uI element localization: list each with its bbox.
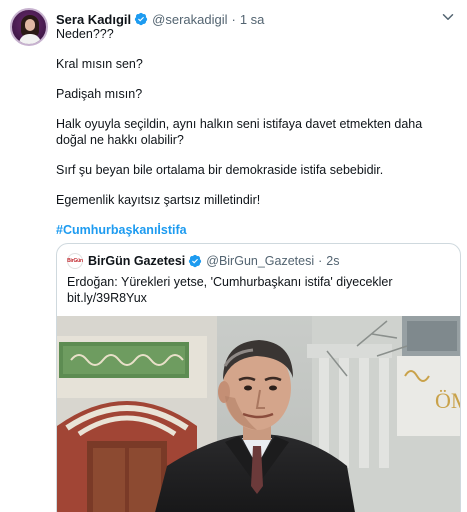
tweet-paragraph: Halk oyuyla seçildin, aynı halkın seni i… [56, 117, 423, 147]
avatar[interactable] [10, 8, 48, 46]
quoted-author-logo[interactable]: BirGün [67, 253, 83, 269]
quoted-tweet[interactable]: BirGün BirGün Gazetesi @BirGun_Gazetesi … [56, 243, 461, 512]
tweet-paragraph: Kral mısın sen? [56, 57, 143, 71]
quoted-timestamp[interactable]: 2s [326, 254, 339, 268]
quoted-headline: Erdoğan: Yürekleri yetse, 'Cumhurbaşkanı… [67, 275, 393, 289]
verified-badge-icon [135, 12, 148, 26]
quoted-author-name[interactable]: BirGün Gazetesi [88, 254, 185, 268]
photo-illustration: ÖM [57, 316, 461, 512]
tweet-text: Neden??? Kral mısın sen? Padişah mısın? … [56, 26, 456, 238]
author-name[interactable]: Sera Kadıgil [56, 12, 131, 27]
tweet-paragraph: Sırf şu beyan bile ortalama bir demokras… [56, 163, 384, 177]
hashtag-link[interactable]: #Cumhurbaşkanıİstifa [56, 222, 187, 238]
quoted-tweet-text: Erdoğan: Yürekleri yetse, 'Cumhurbaşkanı… [67, 274, 452, 306]
logo-text: BirGün [67, 258, 83, 264]
photo-sign-text: ÖM [435, 388, 461, 413]
tweet-paragraph: Neden??? [56, 27, 114, 41]
quoted-tweet-photo[interactable]: ÖM [57, 316, 461, 512]
quoted-author-handle[interactable]: @BirGun_Gazetesi [206, 254, 314, 268]
tweet[interactable]: Sera Kadıgil @serakadigil · 1 sa Neden??… [0, 0, 467, 512]
tweet-timestamp[interactable]: 1 sa [240, 12, 265, 27]
quoted-link[interactable]: bit.ly/39R8Yux [67, 290, 452, 306]
verified-badge-icon [189, 254, 202, 268]
separator-dot: · [231, 11, 236, 27]
quoted-tweet-header: BirGün BirGün Gazetesi @BirGun_Gazetesi … [67, 252, 340, 270]
chevron-down-icon[interactable] [439, 8, 457, 26]
author-handle[interactable]: @serakadigil [152, 12, 227, 27]
tweet-paragraph: Egemenlik kayıtsız şartsız milletindir! [56, 193, 261, 207]
separator-dot: · [318, 254, 323, 268]
tweet-paragraph: Padişah mısın? [56, 87, 143, 101]
